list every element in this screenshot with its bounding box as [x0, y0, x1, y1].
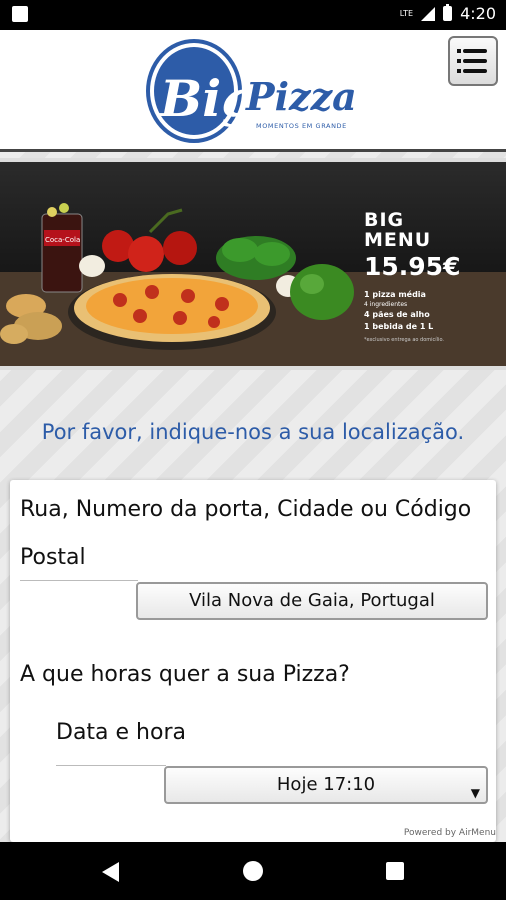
signal-icon — [421, 6, 436, 21]
promo-banner[interactable]: Coca-Cola BIG MENU 15.95€ 1 pizza média … — [0, 158, 506, 370]
menu-dot-icon — [457, 49, 461, 53]
logo-word-pizza: Pizza — [245, 74, 357, 119]
datetime-select[interactable]: Hoje 17:10 ▼ — [164, 766, 488, 804]
divider — [20, 580, 138, 581]
app-header: Big Pizza MOMENTOS EM GRANDE — [0, 30, 506, 152]
notification-icon — [12, 6, 28, 22]
hamburger-menu-button[interactable] — [448, 36, 498, 86]
cola-label: Coca-Cola — [45, 236, 80, 244]
time-question: A que horas quer a sua Pizza? — [20, 662, 350, 687]
powered-by[interactable]: Powered by AirMenu — [404, 828, 496, 838]
battery-icon — [443, 4, 453, 21]
menu-line-icon — [463, 69, 487, 73]
promo-price: 15.95€ — [364, 252, 461, 281]
main-content: Coca-Cola BIG MENU 15.95€ 1 pizza média … — [0, 152, 506, 842]
datetime-label: Data e hora — [56, 720, 186, 745]
dropdown-arrow-icon: ▼ — [470, 786, 480, 800]
menu-line-icon — [463, 59, 487, 63]
home-icon[interactable] — [243, 861, 263, 881]
promo-item: 4 pães de alho — [364, 310, 430, 319]
back-icon[interactable] — [102, 862, 119, 882]
address-label: Rua, Numero da porta, Cidade ou Código P… — [20, 497, 472, 570]
logo-word-big: Big — [158, 69, 256, 128]
menu-dot-icon — [457, 59, 461, 63]
promo-item: 4 ingredientes — [364, 301, 408, 308]
logo-tagline: MOMENTOS EM GRANDE — [256, 122, 347, 130]
bigpizza-logo[interactable]: Big Pizza MOMENTOS EM GRANDE — [146, 36, 362, 146]
network-type: LTE — [399, 8, 414, 18]
order-form-card: Rua, Numero da porta, Cidade ou Código P… — [10, 480, 496, 842]
status-bar: LTE 4:20 — [0, 0, 506, 30]
promo-title-line2: MENU — [364, 229, 432, 251]
menu-line-icon — [463, 49, 487, 53]
promo-item: 1 pizza média — [364, 290, 426, 299]
promo-note: *exclusivo entrega ao domicílio. — [364, 337, 445, 343]
promo-title-line1: BIG — [364, 209, 405, 231]
android-nav-bar — [0, 842, 506, 900]
recent-apps-icon[interactable] — [386, 862, 404, 880]
promo-items: 1 pizza média 4 ingredientes 4 pães de a… — [364, 289, 504, 333]
divider — [56, 765, 166, 766]
datetime-value: Hoje 17:10 — [276, 774, 376, 795]
address-input[interactable]: Vila Nova de Gaia, Portugal — [136, 582, 488, 620]
clock: 4:20 — [460, 4, 496, 23]
promo-title: BIG MENU — [364, 210, 504, 250]
location-prompt: Por favor, indique-nos a sua localização… — [41, 420, 465, 444]
menu-dot-icon — [457, 69, 461, 73]
promo-text: BIG MENU 15.95€ 1 pizza média 4 ingredie… — [364, 210, 504, 343]
promo-item: 1 bebida de 1 L — [364, 322, 434, 331]
